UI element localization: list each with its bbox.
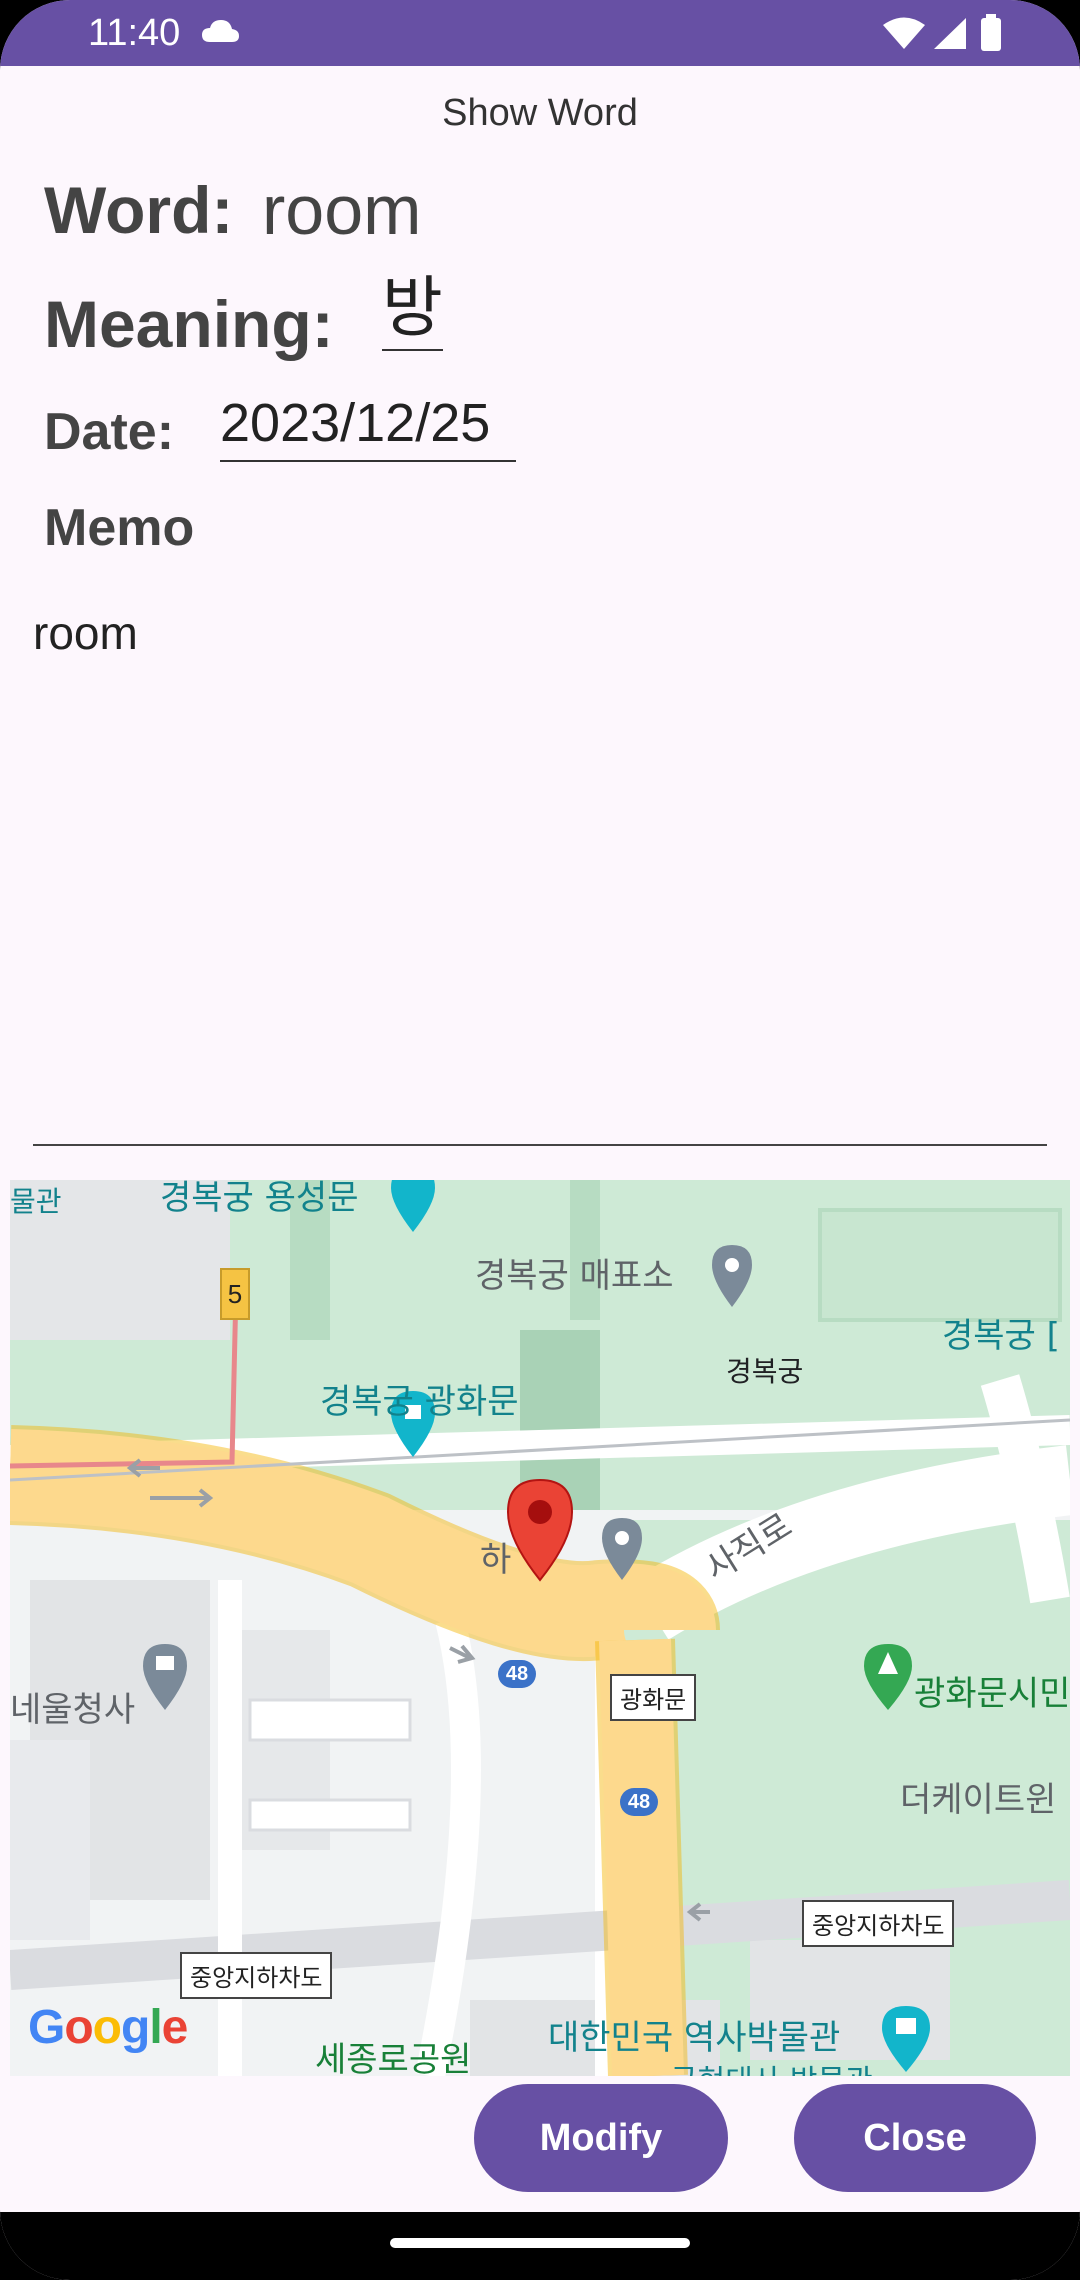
map-label-seoul-hall: 네울청사 (10, 1690, 136, 1730)
word-value: room (262, 171, 422, 249)
close-button[interactable]: Close (794, 2084, 1036, 2192)
map-label-gyeongbokgung: 경복궁 (726, 1355, 804, 1388)
status-time: 11:40 (88, 12, 181, 54)
battery-icon (980, 14, 1002, 57)
map-label-marker: 하 (480, 1540, 512, 1580)
map-label-underground-right: 중앙지하차도 (802, 1900, 955, 1947)
map-label-gyeongbokgung-right: 경복궁 [ (942, 1316, 1060, 1356)
map-label-the-kayton: 더케이트윈 (900, 1780, 1057, 1820)
road-48-shield-2: 48 (620, 1788, 658, 1816)
map-label-underground-left: 중앙지하차도 (180, 1952, 333, 1999)
map-label-gwanghwamun-box: 광화문 (610, 1674, 697, 1721)
road-48-shield: 48 (498, 1660, 536, 1688)
memo-label: Memo (44, 499, 195, 557)
signal-icon (932, 16, 968, 55)
google-logo: Google (28, 2001, 188, 2054)
date-field[interactable]: 2023/12/25 (220, 392, 516, 462)
modify-button[interactable]: Modify (474, 2084, 728, 2192)
route-5-shield: 5 (220, 1268, 250, 1320)
memo-underline (33, 1144, 1047, 1146)
status-bar: 11:40 (0, 0, 1080, 66)
date-label: Date: (44, 403, 175, 461)
map-label-museum-partial: 물관 (10, 1185, 62, 1218)
map-label-history-museum-sub: 국현대사 박물관 (670, 2056, 873, 2076)
map-view[interactable]: 물관 경복궁 용성문 경복궁 매표소 경복궁 [ 경복궁 경복궁 광화문 하 사… (10, 1180, 1070, 2076)
meaning-label: Meaning: (44, 287, 334, 361)
phone-screen: 11:40 Show Word Word: room Meaning: 방 Da… (0, 0, 1080, 2280)
home-gesture-handle[interactable] (390, 2238, 690, 2248)
cloud-icon (200, 18, 240, 49)
map-label-yongseongmun: 경복궁 용성문 (160, 1180, 359, 1218)
map-label-ticket-office: 경복궁 매표소 (475, 1256, 674, 1296)
meaning-field[interactable]: 방 (382, 271, 443, 351)
map-label-gwanghwamun-gate: 경복궁 광화문 (320, 1382, 519, 1422)
wifi-icon (882, 16, 926, 55)
map-label-gwanghwamun-plaza: 광화문시민 (914, 1674, 1070, 1714)
memo-field[interactable]: room (33, 606, 138, 660)
word-label: Word: (44, 173, 234, 247)
map-label-sejong-park: 세종로공원 (315, 2040, 472, 2076)
app-title: Show Word (442, 92, 638, 134)
map-label-history-museum: 대한민국 역사박물관 (548, 2018, 841, 2058)
